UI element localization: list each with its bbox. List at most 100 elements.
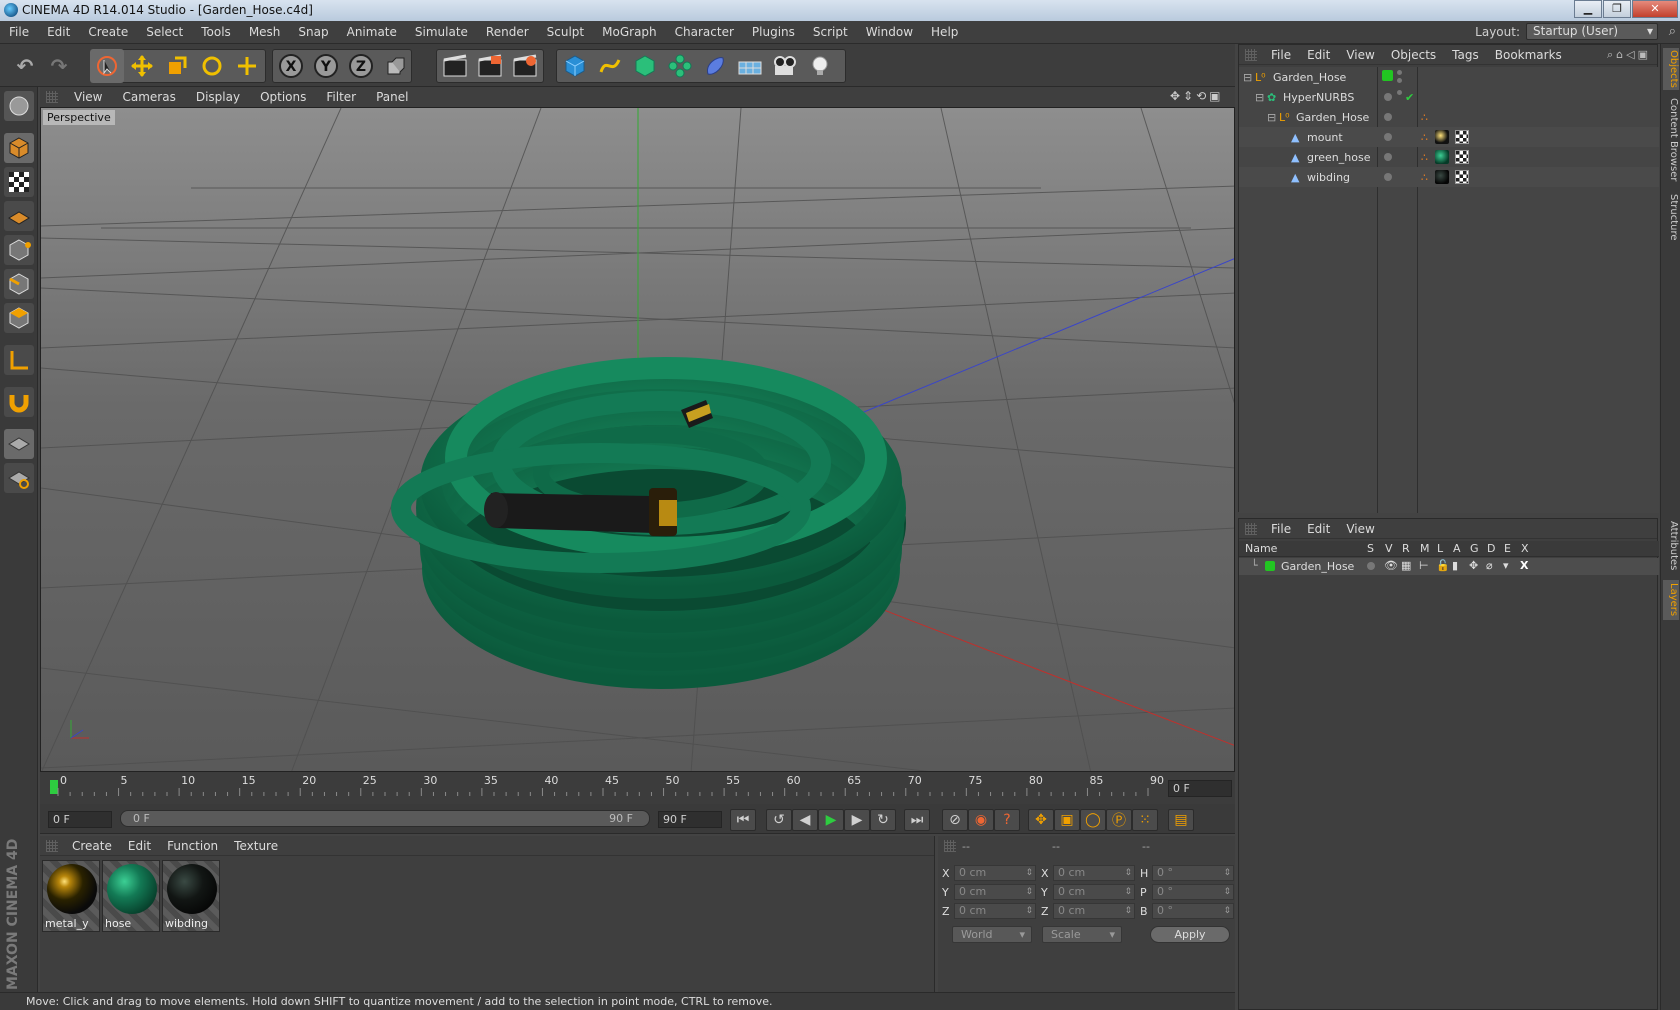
key-parameter-icon[interactable]: Ⓟ [1106,809,1132,831]
enabled-check-icon[interactable]: ✔ [1405,91,1414,104]
perspective-viewport[interactable]: Perspective [40,107,1235,772]
phong-tag-icon[interactable]: ∴ [1421,111,1428,124]
record-keys-icon[interactable]: ⊘ [942,809,968,831]
go-to-start-icon[interactable]: ⏮ [730,809,756,831]
phong-tag-icon[interactable]: ∴ [1421,131,1428,144]
tree-collapse-icon[interactable]: ⊟ [1267,111,1276,124]
layout-dropdown[interactable]: Startup (User) [1526,23,1658,40]
phong-tag-icon[interactable]: ∴ [1421,151,1428,164]
edges-mode-icon[interactable] [4,269,34,299]
material-tag-metal-icon[interactable] [1435,130,1449,144]
panel-grip-icon[interactable] [1245,48,1257,61]
uvw-tag-icon[interactable] [1455,130,1469,144]
material-tag-hose-icon[interactable] [1435,150,1449,164]
camera-icon[interactable] [768,49,802,83]
frame-range-slider[interactable]: 0 F 90 F [120,810,650,827]
apply-button[interactable]: Apply [1150,926,1230,943]
editor-visibility-dot[interactable] [1384,173,1392,181]
previous-frame-icon[interactable]: ◀ [792,809,818,831]
layer-row[interactable]: └ Garden_Hose 👁 ▦ ⊢ 🔓 ▮ ✥ ⌀ ▾ X [1239,558,1659,575]
layer-xref-icon[interactable]: X [1520,559,1528,572]
menu-mesh[interactable]: Mesh [240,25,290,39]
menu-tools[interactable]: Tools [192,25,240,39]
render-settings-icon[interactable] [508,49,542,83]
y-axis-lock-icon[interactable]: Y [309,49,343,83]
tab-layers[interactable]: Layers [1663,580,1679,620]
viewport-menu-cameras[interactable]: Cameras [112,90,185,104]
tab-objects[interactable]: Objects [1663,48,1679,90]
snap-magnet-icon[interactable] [4,387,34,417]
size-z-field[interactable]: 0 cm [1053,903,1135,919]
menu-file[interactable]: File [0,25,38,39]
layer-generators-icon[interactable]: ✥ [1469,559,1478,572]
rotation-b-field[interactable]: 0 ° [1152,903,1234,919]
nurbs-icon[interactable] [628,49,662,83]
tree-collapse-icon[interactable]: ⊟ [1255,91,1264,104]
size-x-field[interactable]: 0 cm [1053,865,1135,881]
tree-row[interactable]: ▲ wibding ∴ [1239,167,1659,187]
material-menu-create[interactable]: Create [64,839,120,853]
material-swatch[interactable]: metal_y [42,860,100,932]
key-point-level-icon[interactable]: ⁙ [1132,809,1158,831]
tree-collapse-icon[interactable]: ⊟ [1243,71,1252,84]
viewport-menu-filter[interactable]: Filter [316,90,366,104]
layer-color-tag[interactable] [1382,70,1393,81]
render-visibility-dot[interactable] [1397,78,1402,83]
array-icon[interactable] [663,49,697,83]
polygons-mode-icon[interactable] [4,303,34,333]
next-frame-icon[interactable]: ▶ [844,809,870,831]
end-frame-field[interactable]: 90 F [658,811,722,828]
redo-icon[interactable]: ↷ [42,49,76,83]
editor-visibility-dot[interactable] [1384,113,1392,121]
previous-key-icon[interactable]: ↺ [766,809,792,831]
z-axis-lock-icon[interactable]: Z [344,49,378,83]
material-menu-texture[interactable]: Texture [226,839,286,853]
layers-menu-view[interactable]: View [1338,522,1382,536]
objects-menu-tags[interactable]: Tags [1444,48,1487,62]
coordinate-system-icon[interactable] [379,49,413,83]
tree-row[interactable]: ⊟ L⁰ Garden_Hose ∴ [1239,107,1659,127]
menu-mograph[interactable]: MoGraph [593,25,666,39]
menu-animate[interactable]: Animate [338,25,406,39]
material-swatch[interactable]: hose [102,860,160,932]
tree-row[interactable]: ▲ green_hose ∴ [1239,147,1659,167]
object-name[interactable]: Garden_Hose [1273,71,1346,84]
position-z-field[interactable]: 0 cm [954,903,1036,919]
layer-animation-film-icon[interactable]: ▮ [1452,559,1458,572]
layer-lock-icon[interactable]: 🔓 [1436,559,1450,572]
points-mode-icon[interactable] [4,235,34,265]
live-selection-icon[interactable] [90,49,124,83]
menu-edit[interactable]: Edit [38,25,79,39]
move-icon[interactable] [125,49,159,83]
viewport-menu-display[interactable]: Display [186,90,250,104]
recent-tool-icon[interactable] [230,49,264,83]
object-name[interactable]: green_hose [1307,151,1370,164]
next-key-icon[interactable]: ↻ [870,809,896,831]
objects-menu-objects[interactable]: Objects [1383,48,1444,62]
key-rotation-icon[interactable]: ◯ [1080,809,1106,831]
start-frame-field[interactable]: 0 F [48,811,112,828]
viewport-menu-panel[interactable]: Panel [366,90,418,104]
key-scale-icon[interactable]: ▣ [1054,809,1080,831]
coordinate-space-dropdown[interactable]: World [952,926,1032,943]
object-name[interactable]: wibding [1307,171,1350,184]
floor-icon[interactable] [733,49,767,83]
viewport-menu-view[interactable]: View [64,90,112,104]
tree-row[interactable]: ⊟ L⁰ Garden_Hose [1239,67,1659,87]
viewport-menu-options[interactable]: Options [250,90,316,104]
menu-sculpt[interactable]: Sculpt [538,25,593,39]
search-icon[interactable]: ⌕ [1669,24,1676,39]
menu-snap[interactable]: Snap [289,25,337,39]
render-view-icon[interactable] [438,49,472,83]
coordinate-mode-dropdown[interactable]: Scale [1042,926,1122,943]
layer-solo-toggle[interactable] [1367,562,1375,570]
position-y-field[interactable]: 0 cm [954,884,1036,900]
spline-pen-icon[interactable] [593,49,627,83]
tab-attributes[interactable]: Attributes [1663,518,1679,574]
layer-deformers-icon[interactable]: ⌀ [1486,559,1493,572]
material-tag-wibding-icon[interactable] [1435,170,1449,184]
menu-help[interactable]: Help [922,25,967,39]
layer-name[interactable]: Garden_Hose [1281,560,1354,573]
maximize-button[interactable]: ❐ [1603,0,1631,18]
material-swatch[interactable]: wibding [162,860,220,932]
